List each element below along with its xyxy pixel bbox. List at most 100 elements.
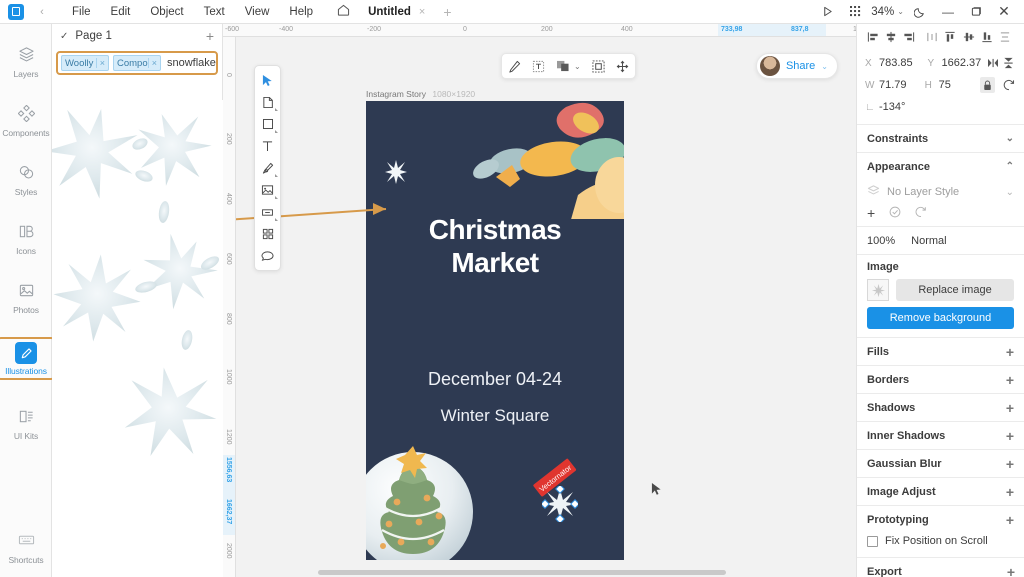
slice-tool[interactable]	[255, 201, 280, 223]
menu-file[interactable]: File	[62, 3, 101, 21]
section-prototyping[interactable]: Prototyping +	[857, 505, 1024, 533]
close-icon[interactable]: ×	[147, 58, 160, 68]
app-logo-icon[interactable]	[8, 3, 24, 20]
add-shadow-button[interactable]: +	[1006, 400, 1014, 416]
sidebar-item-shortcuts[interactable]: Shortcuts	[0, 522, 52, 569]
canvas-viewport[interactable]: Instagram Story 1080×1920 Christmas Mark…	[236, 37, 856, 577]
chevron-down-icon[interactable]: ⌄	[1006, 187, 1014, 198]
pen-tool[interactable]	[255, 157, 280, 179]
sidebar-item-layers[interactable]: Layers	[0, 36, 52, 83]
image-thumbnail[interactable]	[867, 279, 889, 301]
artboard-tool[interactable]	[255, 91, 280, 113]
share-button[interactable]: Share	[786, 60, 815, 72]
illustration-results-grid[interactable]	[52, 100, 223, 577]
window-maximize-button[interactable]	[962, 0, 990, 24]
play-icon[interactable]	[813, 0, 841, 24]
sidebar-item-illustrations[interactable]: Illustrations	[0, 331, 55, 384]
align-right-icon[interactable]	[902, 29, 917, 45]
remove-background-button[interactable]: Remove background	[867, 307, 1014, 329]
selection-tool[interactable]	[255, 69, 280, 91]
object-actions-toolbar[interactable]: ⌄	[501, 53, 636, 79]
menu-help[interactable]: Help	[279, 3, 323, 21]
zoom-control[interactable]: 34% ⌄	[869, 6, 906, 18]
grid-tool[interactable]	[255, 223, 280, 245]
replace-image-button[interactable]: Replace image	[896, 279, 1014, 301]
add-fill-button[interactable]: +	[1006, 344, 1014, 360]
section-inner-shadows[interactable]: Inner Shadows +	[857, 421, 1024, 449]
horizontal-ruler[interactable]: -600 -400 -200 0 200 400 733,98 837,8 10…	[223, 24, 856, 37]
layer-style-row[interactable]: No Layer Style ⌄	[857, 180, 1024, 202]
document-tab[interactable]: Untitled ×	[364, 4, 429, 20]
fix-position-row[interactable]: Fix Position on Scroll	[857, 533, 1024, 555]
add-style-icon[interactable]: +	[867, 205, 875, 221]
text-tool[interactable]	[255, 135, 280, 157]
section-export[interactable]: Export +	[857, 557, 1024, 577]
page-row[interactable]: ✓ Page 1 +	[52, 24, 222, 48]
text-box-icon[interactable]	[532, 60, 545, 73]
lock-icon[interactable]	[980, 77, 996, 93]
align-center-vertical-icon[interactable]	[961, 29, 976, 45]
section-gaussian-blur[interactable]: Gaussian Blur +	[857, 449, 1024, 477]
sidebar-item-icons[interactable]: Icons	[0, 213, 52, 260]
vertical-ruler[interactable]: 0 200 400 600 800 1000 1200 1556,63 1662…	[223, 37, 236, 577]
filter-chip-components[interactable]: Compon ×	[113, 55, 161, 71]
section-appearance[interactable]: Appearance ⌃	[857, 152, 1024, 180]
chevron-down-icon[interactable]: ⌄	[1006, 133, 1014, 144]
menu-text[interactable]: Text	[194, 3, 235, 21]
share-bar[interactable]: Share ⌄	[755, 53, 838, 79]
section-shadows[interactable]: Shadows +	[857, 393, 1024, 421]
fix-position-checkbox[interactable]	[867, 535, 878, 547]
sidebar-item-ui-kits[interactable]: UI Kits	[0, 398, 52, 445]
filter-chip-woolly[interactable]: Woolly ×	[61, 55, 109, 71]
align-center-horizontal-icon[interactable]	[883, 29, 898, 45]
add-blur-button[interactable]: +	[1006, 456, 1014, 472]
close-icon[interactable]: ×	[95, 58, 108, 68]
avatar[interactable]	[759, 56, 780, 76]
apply-style-icon[interactable]	[889, 206, 901, 221]
section-fills[interactable]: Fills +	[857, 337, 1024, 365]
align-left-icon[interactable]	[865, 29, 880, 45]
canvas-horizontal-scrollbar[interactable]	[236, 570, 856, 575]
menu-edit[interactable]: Edit	[101, 3, 141, 21]
section-image-adjust[interactable]: Image Adjust +	[857, 477, 1024, 505]
add-prototype-button[interactable]: +	[1006, 512, 1014, 528]
selected-snowflake-object[interactable]	[542, 486, 578, 522]
distribute-horizontal-icon[interactable]	[924, 29, 939, 45]
chevron-down-icon[interactable]: ⌄	[821, 62, 828, 71]
sidebar-item-photos[interactable]: Photos	[0, 272, 52, 319]
sidebar-item-components[interactable]: Components	[0, 95, 52, 142]
x-field[interactable]: X 783.85	[865, 57, 927, 69]
pencil-icon[interactable]	[508, 60, 521, 73]
comment-tool[interactable]	[255, 245, 280, 267]
align-top-icon[interactable]	[943, 29, 958, 45]
add-page-button[interactable]: +	[206, 28, 214, 44]
add-border-button[interactable]: +	[1006, 372, 1014, 388]
home-icon[interactable]	[337, 4, 350, 19]
canvas-tool-palette[interactable]	[254, 65, 281, 271]
transform-icon[interactable]	[592, 59, 605, 73]
flip-horizontal-icon[interactable]	[985, 55, 1001, 71]
rotate-reset-icon[interactable]	[1001, 77, 1016, 93]
boolean-ops-icon[interactable]: ⌄	[556, 60, 581, 72]
new-tab-button[interactable]: +	[443, 4, 451, 20]
refresh-style-icon[interactable]	[915, 206, 927, 221]
angle-field[interactable]: ∟ -134°	[865, 101, 937, 113]
section-constraints[interactable]: Constraints ⌄	[857, 124, 1024, 152]
height-field[interactable]: H 75	[925, 79, 975, 91]
menu-view[interactable]: View	[235, 3, 280, 21]
grid-icon[interactable]	[841, 0, 869, 24]
add-export-button[interactable]: +	[1007, 564, 1015, 577]
rectangle-tool[interactable]	[255, 113, 280, 135]
search-input[interactable]: Woolly × Compon × snowflake	[56, 51, 218, 75]
add-inner-shadow-button[interactable]: +	[1006, 428, 1014, 444]
canvas-area[interactable]: -600 -400 -200 0 200 400 733,98 837,8 10…	[223, 24, 856, 577]
window-close-button[interactable]: ✕	[990, 0, 1018, 24]
move-icon[interactable]	[616, 60, 629, 73]
flip-vertical-icon[interactable]	[1000, 55, 1016, 71]
width-field[interactable]: W 71.79	[865, 79, 925, 91]
align-bottom-icon[interactable]	[979, 29, 994, 45]
sidebar-item-styles[interactable]: Styles	[0, 154, 52, 201]
back-icon[interactable]: ‹	[36, 6, 48, 18]
close-icon[interactable]: ×	[419, 6, 425, 18]
window-minimize-button[interactable]: —	[934, 0, 962, 24]
